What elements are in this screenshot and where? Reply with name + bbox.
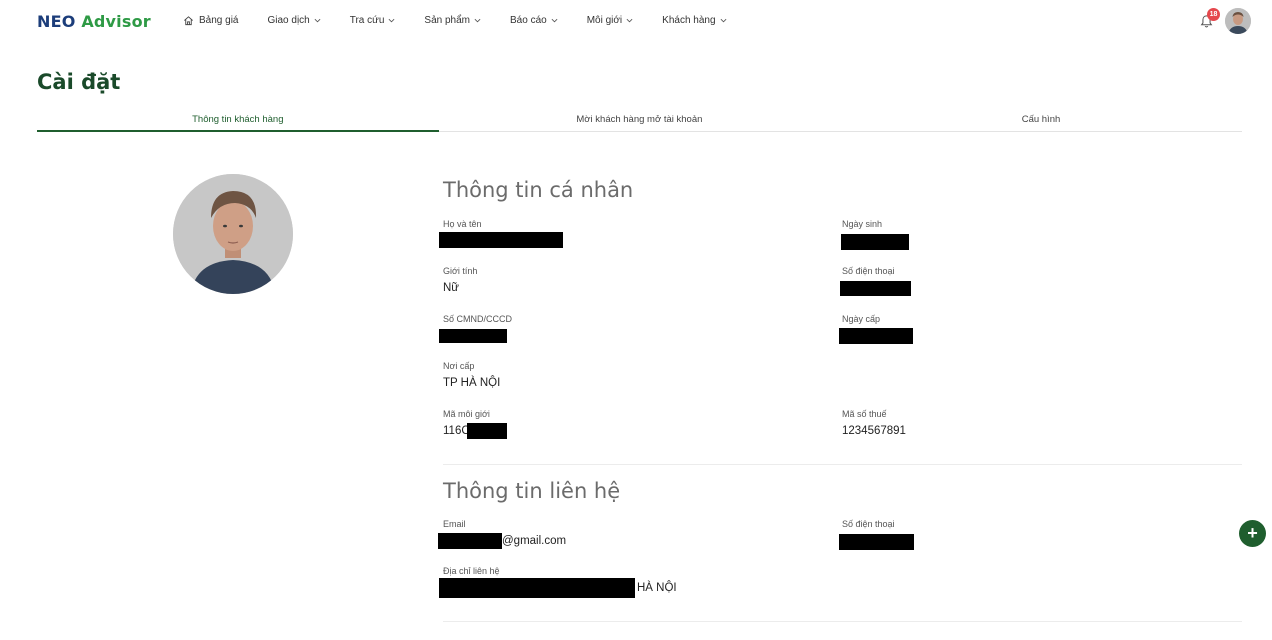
- section-divider-bottom: [443, 621, 1242, 622]
- nav-label: Báo cáo: [510, 15, 547, 26]
- redacted-id-number: [439, 329, 507, 343]
- email-label: Email: [443, 519, 466, 529]
- user-avatar[interactable]: [1225, 8, 1251, 34]
- dob-label: Ngày sinh: [842, 219, 883, 229]
- broker-code-value: 116C: [443, 425, 470, 437]
- page-title: Cài đặt: [37, 70, 121, 94]
- section-title-personal: Thông tin cá nhân: [443, 178, 634, 202]
- home-icon: [184, 16, 193, 26]
- main-nav: Bảng giá Giao dịch Tra cứu Sản phẩm Báo …: [183, 15, 756, 26]
- profile-photo: [173, 174, 293, 294]
- logo-neo: NEO: [37, 12, 76, 31]
- nav-item-bang-gia[interactable]: Bảng giá: [183, 15, 238, 26]
- redacted-issue-date: [839, 328, 913, 344]
- email-suffix: @gmail.com: [502, 535, 567, 547]
- nav-label: Bảng giá: [199, 15, 239, 26]
- phone-label: Số điện thoại: [842, 266, 895, 276]
- issue-date-label: Ngày cấp: [842, 314, 881, 324]
- nav-item-tra-cuu[interactable]: Tra cứu: [350, 15, 396, 26]
- avatar-image: [1225, 8, 1251, 34]
- tax-code-label: Mã số thuế: [842, 409, 887, 419]
- logo[interactable]: NEO Advisor: [37, 12, 151, 31]
- address-label: Địa chỉ liên hệ: [443, 566, 500, 576]
- tax-code-value: 1234567891: [842, 425, 906, 437]
- settings-tabs: Thông tin khách hàng Mời khách hàng mở t…: [37, 110, 1242, 132]
- nav-label: Sản phẩm: [424, 15, 470, 26]
- nav-label: Khách hàng: [662, 15, 716, 26]
- address-suffix: HÀ NỘI: [637, 582, 677, 594]
- tab-customer-info[interactable]: Thông tin khách hàng: [37, 110, 439, 132]
- chevron-down-icon: [720, 18, 726, 23]
- chevron-down-icon: [551, 18, 558, 23]
- tab-invite-customer[interactable]: Mời khách hàng mở tài khoản: [439, 110, 841, 132]
- contact-phone-label: Số điện thoại: [842, 519, 895, 529]
- nav-label: Môi giới: [586, 15, 623, 26]
- tab-configuration[interactable]: Cấu hình: [840, 110, 1242, 132]
- nav-label: Tra cứu: [349, 15, 385, 26]
- redacted-address: [439, 578, 635, 598]
- redacted-email: [438, 533, 502, 549]
- chevron-down-icon: [314, 18, 321, 23]
- issue-place-label: Nơi cấp: [443, 361, 475, 371]
- nav-item-bao-cao[interactable]: Báo cáo: [510, 15, 558, 26]
- redacted-dob: [841, 234, 909, 250]
- top-navbar: NEO Advisor Bảng giá Giao dịch Tra cứu S…: [0, 0, 1272, 44]
- profile-avatar: [173, 174, 293, 294]
- nav-item-moi-gioi[interactable]: Môi giới: [587, 15, 633, 26]
- nav-item-khach-hang[interactable]: Khách hàng: [662, 15, 726, 26]
- add-button[interactable]: +: [1239, 520, 1266, 547]
- redacted-broker-code: [467, 423, 507, 439]
- nav-label: Giao dịch: [267, 15, 310, 26]
- broker-code-label: Mã môi giới: [443, 409, 490, 419]
- issue-place-value: TP HÀ NỘI: [443, 377, 501, 389]
- logo-advisor: Advisor: [81, 12, 151, 31]
- full-name-label: Họ và tên: [443, 219, 482, 229]
- gender-value: Nữ: [443, 282, 460, 294]
- redacted-contact-phone: [839, 534, 914, 550]
- notification-badge: 18: [1207, 8, 1220, 21]
- chevron-down-icon: [626, 18, 633, 23]
- section-title-contact: Thông tin liên hệ: [443, 479, 621, 503]
- section-divider: [443, 464, 1242, 465]
- chevron-down-icon: [474, 18, 481, 23]
- nav-item-san-pham[interactable]: Sản phẩm: [424, 15, 481, 26]
- gender-label: Giới tính: [443, 266, 478, 276]
- id-number-label: Số CMND/CCCD: [443, 314, 513, 324]
- redacted-phone: [840, 281, 911, 296]
- redacted-full-name: [439, 232, 563, 248]
- chevron-down-icon: [388, 18, 395, 23]
- nav-item-giao-dich[interactable]: Giao dịch: [267, 15, 321, 26]
